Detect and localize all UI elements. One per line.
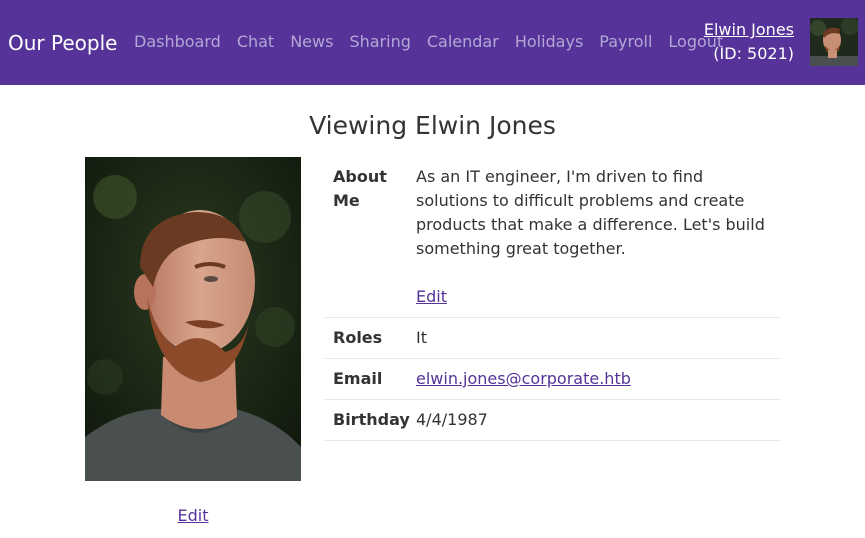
about-me-label: About Me	[333, 167, 387, 210]
nav-link-news[interactable]: News	[282, 31, 341, 55]
table-row-birthday: Birthday 4/4/1987	[325, 400, 781, 441]
about-me-value: As an IT engineer, I'm driven to find so…	[416, 165, 773, 309]
nav-link-sharing[interactable]: Sharing	[341, 31, 418, 55]
page-title: Viewing Elwin Jones	[309, 111, 556, 140]
profile-photo-image	[85, 157, 301, 481]
nav-link-chat[interactable]: Chat	[229, 31, 282, 55]
current-user-box: Elwin Jones (ID: 5021)	[704, 19, 794, 65]
current-user-name-link[interactable]: Elwin Jones	[704, 19, 794, 41]
birthday-value: 4/4/1987	[416, 410, 488, 429]
edit-photo-link[interactable]: Edit	[85, 505, 301, 527]
nav-link-payroll[interactable]: Payroll	[591, 31, 660, 55]
profile-info-table: About Me As an IT engineer, I'm driven t…	[325, 157, 781, 441]
about-me-text: As an IT engineer, I'm driven to find so…	[416, 167, 765, 258]
email-link[interactable]: elwin.jones@corporate.htb	[416, 369, 631, 388]
nav-links: Dashboard Chat News Sharing Calendar Hol…	[126, 31, 731, 55]
nav-link-calendar[interactable]: Calendar	[419, 31, 507, 55]
birthday-label: Birthday	[333, 410, 410, 429]
avatar-photo	[810, 18, 858, 66]
current-user-id: (ID: 5021)	[713, 44, 794, 63]
table-row-roles: Roles It	[325, 318, 781, 359]
roles-label: Roles	[333, 328, 383, 347]
brand-title[interactable]: Our People	[8, 30, 117, 56]
nav-link-holidays[interactable]: Holidays	[507, 31, 591, 55]
email-value: elwin.jones@corporate.htb	[416, 367, 773, 391]
user-avatar[interactable]	[810, 18, 858, 66]
nav-link-dashboard[interactable]: Dashboard	[126, 31, 229, 55]
table-row-about: About Me As an IT engineer, I'm driven t…	[325, 157, 781, 318]
edit-about-link[interactable]: Edit	[416, 285, 447, 309]
email-label: Email	[333, 369, 383, 388]
profile-photo	[85, 157, 301, 481]
roles-value: It	[416, 328, 427, 347]
top-navbar: Our People Dashboard Chat News Sharing C…	[0, 0, 865, 85]
table-row-email: Email elwin.jones@corporate.htb	[325, 359, 781, 400]
